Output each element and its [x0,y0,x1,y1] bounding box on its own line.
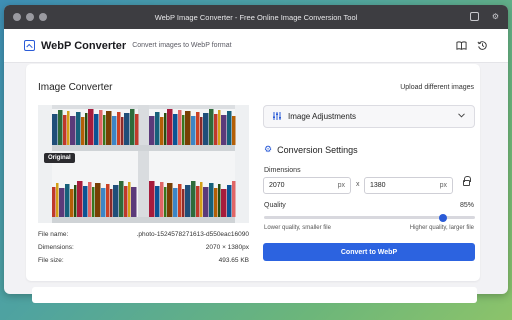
bookshelf-image [38,105,249,223]
file-size-label: File size: [38,257,64,264]
settings-icon[interactable]: ⚙ [491,12,500,21]
dimensions-row: Dimensions: 2070 × 1380px [38,244,249,251]
low-quality-hint: Lower quality, smaller file [264,225,331,231]
secondary-card [32,287,477,303]
minimize-window-button[interactable] [26,13,34,21]
image-preview: Original [38,105,249,223]
convert-to-webp-button[interactable]: Convert to WebP [263,243,475,261]
quality-label: Quality [264,202,286,209]
window-controls [13,13,47,21]
book-icon[interactable] [456,40,467,51]
high-quality-hint: Higher quality, larger file [409,225,474,231]
file-name-value: .photo-1524578271613-d550eac16090 [136,231,249,238]
dimensions-value: 2070 × 1380px [205,244,249,251]
image-adjustments-label: Image Adjustments [288,112,357,121]
file-name-label: File name: [38,231,69,238]
height-value: 1380 [370,182,386,189]
times-symbol: x [356,181,360,188]
app-tagline: Convert images to WebP format [132,42,232,49]
file-size-row: File size: 493.65 KB [38,257,249,264]
lock-aspect-icon[interactable] [463,176,471,186]
window-title: WebP Image Converter - Free Online Image… [154,12,358,22]
gear-icon: ⚙ [264,144,273,154]
conversion-settings-header: ⚙ Conversion Settings [264,144,358,155]
extension-icon[interactable] [470,12,479,21]
history-icon[interactable] [477,40,488,51]
quality-slider[interactable] [264,213,475,222]
image-logo-icon [24,40,35,51]
app-header: WebP Converter Convert images to WebP fo… [4,29,508,63]
chevron-down-icon [458,113,465,120]
image-adjustments-dropdown[interactable]: Image Adjustments [263,105,475,128]
file-name-row: File name: .photo-1524578271613-d550eac1… [38,231,249,238]
original-badge: Original [44,153,75,163]
width-unit: px [337,182,345,189]
title-bar: WebP Image Converter - Free Online Image… [4,5,508,29]
width-value: 2070 [269,182,285,189]
height-unit: px [439,182,447,189]
converter-card: Image Converter Upload different images … [26,64,480,281]
file-size-value: 493.65 KB [218,257,249,264]
quality-slider-thumb[interactable] [439,213,448,222]
close-window-button[interactable] [13,13,21,21]
height-input[interactable]: 1380 px [364,177,453,194]
dimensions-field-label: Dimensions [264,167,301,174]
card-title: Image Converter [38,82,113,93]
dimensions-label: Dimensions: [38,244,74,251]
maximize-window-button[interactable] [39,13,47,21]
width-input[interactable]: 2070 px [263,177,351,194]
conversion-settings-title: Conversion Settings [277,144,358,155]
sliders-icon [272,111,282,123]
upload-different-images-link[interactable]: Upload different images [400,84,474,91]
quality-value: 85% [459,202,474,209]
app-name: WebP Converter [41,39,127,52]
